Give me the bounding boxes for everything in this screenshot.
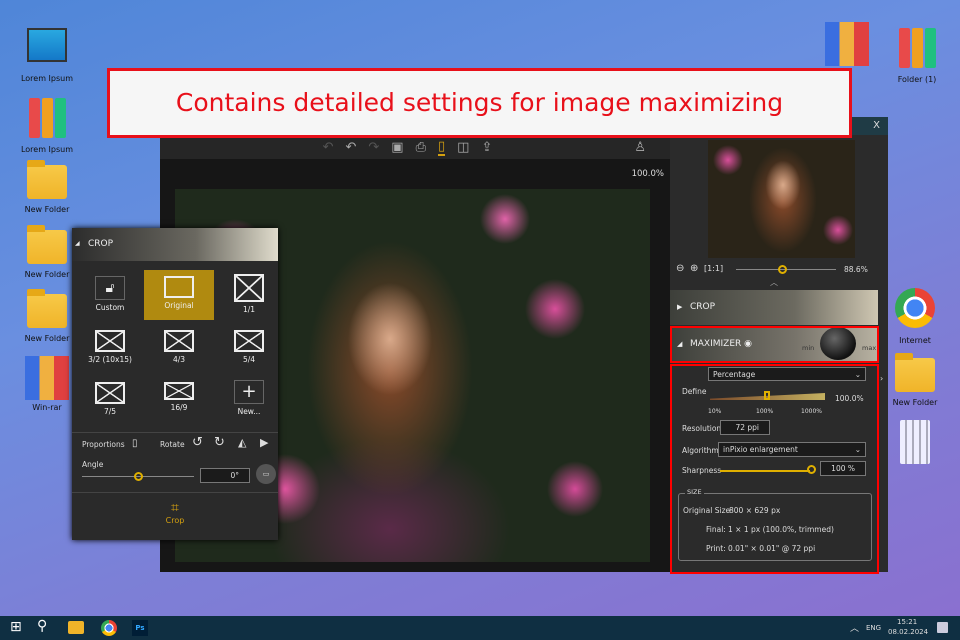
angle-handle[interactable] [134, 472, 143, 481]
rotate-label: Rotate [160, 440, 185, 449]
undo-all-icon[interactable]: ↶ [323, 140, 334, 155]
navigator-zoom-handle[interactable] [778, 265, 787, 274]
proportions-label: Proportions [82, 440, 125, 449]
folder-icon [27, 160, 67, 199]
preset-5-4[interactable]: 5/4 [214, 324, 284, 374]
folder-icon [27, 289, 67, 328]
rotate-right-icon[interactable]: ↻ [214, 435, 225, 450]
single-view-icon[interactable]: ▯ [437, 139, 446, 156]
desktop-icon-binders[interactable]: Folder (1) [882, 28, 952, 84]
lock-icon: 🔓︎ [95, 276, 125, 300]
crop-icon: ⌗ [171, 500, 179, 516]
preset-7-5[interactable]: 7/5 [75, 376, 145, 426]
ratio-icon [234, 330, 264, 352]
image-icon [164, 276, 194, 298]
crop-section-header[interactable]: ▶ CROP [670, 290, 878, 325]
binders-icon [27, 98, 67, 142]
zoom-in-icon[interactable]: ⊕ [690, 263, 698, 274]
panel-expand-icon[interactable]: › [880, 374, 883, 383]
ratio-icon [234, 274, 264, 302]
binders-icon [897, 28, 937, 72]
computer-icon [27, 28, 67, 62]
desktop-icon-trash[interactable] [880, 420, 950, 467]
straighten-button[interactable]: ▭ [256, 464, 276, 484]
plus-icon: + [234, 380, 264, 404]
divider [72, 492, 278, 493]
navigator-zoom-value: 88.6% [844, 265, 868, 274]
start-windows-icon[interactable]: ⊞ [10, 619, 22, 635]
language-indicator[interactable]: ENG [866, 624, 881, 632]
maximizer-header-highlight [670, 326, 879, 363]
winrar-icon [825, 22, 869, 66]
preset-4-3[interactable]: 4/3 [144, 324, 214, 374]
ratio-icon [164, 330, 194, 352]
angle-label: Angle [82, 460, 104, 469]
split-view-icon[interactable]: ◫ [457, 140, 469, 155]
notification-icon[interactable] [937, 622, 948, 633]
taskbar: ⊞ ⚲ Ps ︿ ENG 15:21 08.02.2024 [0, 616, 960, 640]
desktop-icon-binders[interactable]: Lorem Ipsum [12, 98, 82, 154]
folder-icon [27, 225, 67, 264]
desktop-icon-folder[interactable]: New Folder [12, 160, 82, 214]
undo-icon[interactable]: ↶ [345, 140, 356, 155]
preset-1-1[interactable]: 1/1 [214, 270, 284, 320]
ratio-icon [95, 330, 125, 352]
preset-new[interactable]: + New... [214, 376, 284, 426]
zoom-out-icon[interactable]: ⊖ [676, 263, 684, 274]
expand-icon: ▶ [677, 303, 683, 311]
crop-panel: ◢ CROP 🔓︎ Custom Original 1/1 3/2 (10x15) … [72, 228, 278, 540]
preset-16-9[interactable]: 16/9 [144, 376, 214, 426]
collapse-icon: ◢ [75, 240, 80, 247]
desktop-icon-computer[interactable]: Lorem Ipsum [12, 28, 82, 83]
rotate-left-icon[interactable]: ↺ [192, 435, 203, 450]
chrome-icon[interactable] [101, 620, 117, 636]
navigator-thumbnail[interactable] [708, 140, 855, 258]
actual-size-icon[interactable]: [1:1] [704, 264, 723, 273]
crop-apply-button[interactable]: ⌗ Crop [150, 500, 200, 525]
proportions-icon[interactable]: ▯ [132, 438, 138, 449]
flip-horizontal-icon[interactable]: ◭ [238, 436, 246, 449]
flip-vertical-icon[interactable]: ▶ [260, 436, 268, 449]
clock-time[interactable]: 15:21 [897, 618, 917, 626]
close-button[interactable]: X [873, 120, 880, 131]
clock-date[interactable]: 08.02.2024 [888, 628, 928, 636]
tray-chevron-icon[interactable]: ︿ [850, 621, 859, 634]
chrome-icon [895, 288, 935, 328]
annotation-banner: Contains detailed settings for image max… [107, 68, 852, 138]
preset-original[interactable]: Original [144, 270, 214, 320]
winrar-icon [25, 356, 69, 400]
zoom-readout: 100.0% [631, 169, 664, 179]
desktop-icon-folder[interactable]: New Folder [880, 353, 950, 407]
photoshop-icon[interactable]: Ps [132, 620, 148, 636]
divider [72, 432, 278, 433]
search-icon[interactable]: ⚲ [37, 618, 47, 634]
toolbar: ↶ ↶ ↷ ▣ ⎙ ▯ ◫ ⇪ ♙ [160, 135, 670, 159]
save-icon[interactable]: ▣ [391, 140, 403, 155]
account-icon[interactable]: ♙ [634, 140, 646, 155]
ratio-icon [164, 382, 194, 400]
collapse-chevron-icon[interactable]: ︿ [770, 277, 778, 288]
folder-icon [895, 353, 935, 392]
preset-3-2[interactable]: 3/2 (10x15) [75, 324, 145, 374]
share-icon[interactable]: ⇪ [481, 140, 492, 155]
print-icon[interactable]: ⎙ [416, 140, 426, 155]
maximizer-settings-highlight [670, 364, 879, 574]
ratio-icon [95, 382, 125, 404]
angle-input[interactable]: 0° [200, 468, 250, 483]
crop-panel-header[interactable]: ◢ CROP [72, 228, 278, 261]
desktop-icon-internet[interactable]: Internet [880, 288, 950, 345]
preset-custom[interactable]: 🔓︎ Custom [75, 270, 145, 320]
redo-icon[interactable]: ↷ [368, 140, 379, 155]
file-explorer-icon[interactable] [68, 621, 84, 634]
trash-icon [900, 420, 930, 464]
